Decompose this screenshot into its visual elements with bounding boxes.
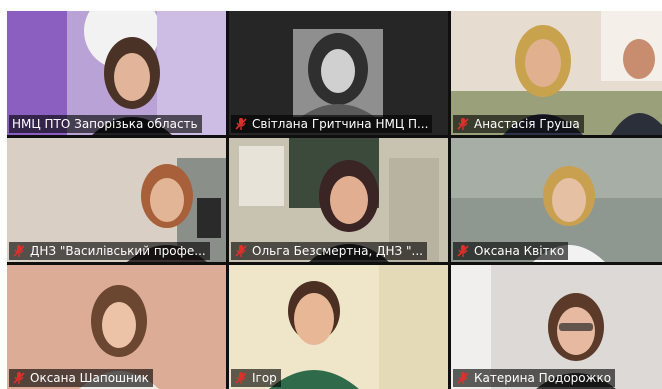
microphone-muted-icon <box>457 245 469 257</box>
participant-name: Ігор <box>252 371 277 385</box>
microphone-muted-icon <box>235 372 247 384</box>
participant-name: Світлана Гритчина НМЦ П... <box>252 117 429 131</box>
microphone-muted-icon <box>13 245 25 257</box>
participant-name: Катерина Подорожко <box>474 371 612 385</box>
participant-tile-1[interactable]: НМЦ ПТО Запорізька область <box>7 11 226 135</box>
participant-name: ДНЗ "Василівський профе... <box>30 244 206 258</box>
participant-tile-2[interactable]: Світлана Гритчина НМЦ П... <box>229 11 448 135</box>
participant-name: Оксана Шапошник <box>30 371 149 385</box>
participant-name-bar: Оксана Квітко <box>453 242 569 260</box>
participant-name: НМЦ ПТО Запорізька область <box>12 117 198 131</box>
participant-tile-3[interactable]: Анастасія Груша <box>451 11 662 135</box>
microphone-muted-icon <box>13 372 25 384</box>
participant-tile-8[interactable]: Ігор <box>229 265 448 389</box>
participant-name-bar: Катерина Подорожко <box>453 369 616 387</box>
participant-name-bar: НМЦ ПТО Запорізька область <box>9 115 202 133</box>
participant-tile-6[interactable]: Оксана Квітко <box>451 138 662 262</box>
microphone-muted-icon <box>457 118 469 130</box>
video-gallery-grid: НМЦ ПТО Запорізька область Світлана Грит… <box>7 11 662 389</box>
microphone-muted-icon <box>235 245 247 257</box>
participant-name-bar: Ігор <box>231 369 281 387</box>
participant-tile-7[interactable]: Оксана Шапошник <box>7 265 226 389</box>
participant-name-bar: Оксана Шапошник <box>9 369 153 387</box>
participant-tile-4[interactable]: ДНЗ "Василівський профе... <box>7 138 226 262</box>
participant-name: Анастасія Груша <box>474 117 580 131</box>
microphone-muted-icon <box>457 372 469 384</box>
participant-name-bar: Анастасія Груша <box>453 115 584 133</box>
participant-tile-5[interactable]: Ольга Безсмертна, ДНЗ "... <box>229 138 448 262</box>
participant-name-bar: ДНЗ "Василівський профе... <box>9 242 210 260</box>
microphone-muted-icon <box>235 118 247 130</box>
participant-name: Ольга Безсмертна, ДНЗ "... <box>252 244 423 258</box>
participant-name: Оксана Квітко <box>474 244 565 258</box>
participant-name-bar: Ольга Безсмертна, ДНЗ "... <box>231 242 427 260</box>
participant-name-bar: Світлана Гритчина НМЦ П... <box>231 115 433 133</box>
participant-tile-9[interactable]: Катерина Подорожко <box>451 265 662 389</box>
